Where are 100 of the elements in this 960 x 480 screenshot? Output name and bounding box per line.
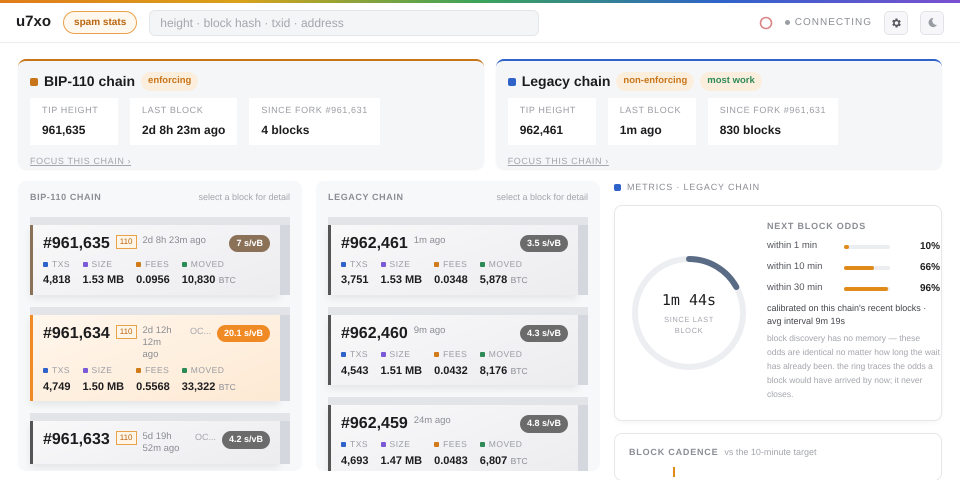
stat-unit: BTC — [510, 456, 528, 466]
stat-label: FEES — [443, 439, 468, 449]
stat-value: 1m ago — [620, 122, 663, 138]
stat-value: 0.0483 — [434, 454, 468, 467]
block-height: #962,461 — [341, 234, 408, 254]
block-time: 9m ago — [414, 324, 446, 338]
odds-note: block discovery has no memory — these odds are identical no matter how long the wait has already been. the ring traces the odds a block would have arrived by now; it never closes. — [767, 332, 940, 402]
settings-button[interactable] — [884, 10, 908, 34]
fee-rate-badge: 3.5 s/vB — [520, 234, 568, 252]
stat-label: MOVED — [488, 439, 522, 449]
stat-value: 4,749 — [43, 380, 71, 393]
block-height: #961,634 — [43, 324, 110, 344]
block-time: 2d 12h 12m ago — [142, 324, 173, 362]
stat-label: FEES — [443, 258, 468, 268]
column-hint: select a block for detail — [496, 191, 588, 204]
stat-value: 8,176 — [480, 364, 508, 376]
search-field[interactable]: height · block hash · txid · address — [149, 10, 540, 36]
column-title: BIP-110 CHAIN — [30, 191, 102, 204]
cadence-title: BLOCK CADENCE — [629, 446, 718, 458]
moon-icon — [926, 17, 938, 28]
theme-toggle-button[interactable] — [920, 10, 944, 34]
stat-label: TXS — [350, 258, 368, 268]
stat-label: MOVED — [488, 348, 522, 359]
odds-percent: 66% — [918, 261, 940, 275]
app-logo[interactable]: u7xo — [16, 11, 52, 34]
odds-percent: 10% — [918, 240, 940, 254]
stat-value: 5,878 — [480, 274, 508, 286]
metrics-title: METRICS · LEGACY CHAIN — [627, 181, 760, 194]
stat-value: 1.47 MB — [380, 454, 422, 467]
status-badge: non-enforcing — [616, 72, 694, 91]
stat-label: TXS — [52, 258, 70, 268]
column-title: LEGACY CHAIN — [328, 191, 404, 204]
stat-label: TIP HEIGHT — [42, 104, 100, 117]
stat-value: 1.53 MB — [82, 274, 124, 286]
stat-value: 1.50 MB — [82, 380, 124, 393]
block-tag: 110 — [116, 431, 136, 446]
cadence-subtitle: vs the 10-minute target — [724, 446, 816, 459]
stat-value: 0.0432 — [434, 364, 468, 376]
stat-unit: BTC — [510, 366, 528, 376]
stat-label: LAST BLOCK — [142, 104, 204, 117]
chain-name: BIP-110 chain — [44, 72, 136, 91]
block-height: #962,459 — [341, 414, 408, 434]
stat-value: 4,693 — [341, 454, 369, 467]
stat-label: SINCE FORK #961,631 — [261, 104, 368, 117]
stat-label: SIZE — [390, 348, 410, 359]
stat-label: TXS — [52, 364, 70, 375]
stat-value: 0.0348 — [434, 274, 468, 286]
fee-rate-badge: 4.2 s/vB — [222, 431, 270, 449]
block-tag: 110 — [116, 324, 136, 339]
block-height: #961,635 — [43, 234, 110, 254]
status-badge: enforcing — [141, 72, 198, 91]
fee-rate-badge: 7 s/vB — [229, 234, 270, 252]
block-height: #962,460 — [341, 324, 408, 344]
odds-label: within 10 min — [767, 260, 824, 274]
block-time: 2d 8h 23m ago — [142, 234, 206, 247]
stat-label: MOVED — [190, 364, 224, 375]
stat-label: FEES — [443, 348, 468, 359]
connection-ring-icon — [758, 16, 773, 30]
stat-label: SIZE — [390, 439, 410, 449]
stat-value: 1.51 MB — [380, 364, 422, 376]
gear-icon — [890, 16, 902, 28]
odds-label: within 30 min — [767, 281, 824, 296]
stat-value: 0.5568 — [136, 380, 170, 393]
stat-label: MOVED — [488, 258, 522, 268]
stat-label: SIZE — [92, 258, 112, 268]
stat-label: FEES — [145, 258, 170, 268]
stat-value: 0.0956 — [136, 274, 170, 286]
stat-value: 961,635 — [42, 122, 86, 138]
stat-unit: BTC — [218, 275, 236, 286]
stat-value: 10,830 — [182, 274, 216, 286]
stat-value: 2d 8h 23m ago — [142, 122, 226, 138]
stat-unit: BTC — [218, 382, 236, 392]
status-badge: most work — [700, 72, 762, 91]
odds-title: NEXT BLOCK ODDS — [767, 220, 868, 232]
pool-name: OC... — [194, 431, 216, 444]
stat-value: 33,322 — [182, 380, 216, 393]
chain-name: Legacy chain — [522, 72, 610, 91]
odds-label: within 1 min — [767, 239, 818, 254]
block-tag: 110 — [116, 234, 136, 248]
stat-label: MOVED — [190, 258, 224, 268]
stat-label: SIZE — [92, 364, 112, 375]
stat-value: 830 blocks — [720, 122, 782, 138]
stat-value: 3,751 — [341, 274, 369, 286]
stat-label: FEES — [145, 364, 170, 375]
block-time: 5d 19h 52m ago — [142, 431, 180, 456]
column-hint: select a block for detail — [198, 191, 290, 204]
fee-rate-badge: 4.3 s/vB — [520, 324, 568, 342]
block-height: #961,633 — [43, 430, 110, 450]
fee-rate-badge: 4.8 s/vB — [520, 415, 568, 432]
spam-stats-button[interactable]: spam stats — [63, 11, 138, 34]
elapsed-time: 1m 44s — [660, 290, 718, 310]
stat-unit: BTC — [510, 275, 528, 286]
stat-value: 4,818 — [43, 274, 71, 286]
stat-value: 962,461 — [520, 122, 564, 138]
stat-value: 4 blocks — [261, 122, 310, 138]
connection-status: CONNECTING — [794, 16, 872, 30]
stat-label: SIZE — [390, 258, 410, 268]
block-time: 24m ago — [414, 415, 451, 428]
stat-label: TXS — [350, 348, 368, 359]
stat-value: 4,543 — [341, 364, 369, 376]
